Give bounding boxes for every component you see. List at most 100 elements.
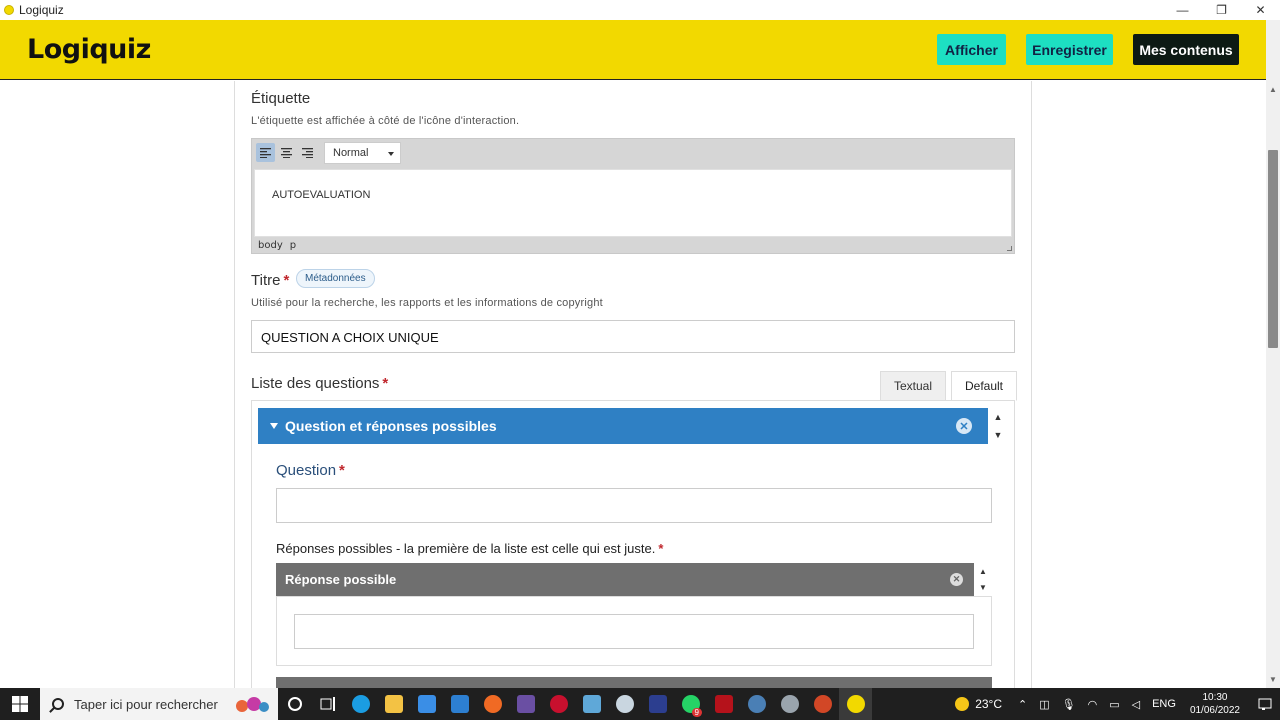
element-path: body p [258, 240, 296, 251]
mes-contenus-button[interactable]: Mes contenus [1133, 34, 1239, 65]
view-tabs: Textual Default [880, 371, 1017, 401]
rich-text-editor: Normal AUTOEVALUATION body p [251, 138, 1015, 254]
etiquette-label: Étiquette [251, 90, 311, 107]
reponses-label-text: Réponses possibles - la première de la l… [276, 541, 656, 556]
resize-grip-icon[interactable] [1007, 246, 1012, 251]
form-panel: Étiquette L'étiquette est affichée à côt… [234, 81, 1032, 688]
move-down-icon[interactable]: ▼ [979, 583, 987, 592]
app-icon-earth[interactable] [740, 688, 773, 720]
scroll-up-arrow-icon[interactable]: ▲ [1266, 82, 1280, 96]
battery-icon[interactable]: ▭ [1109, 698, 1119, 711]
format-select[interactable]: Normal [324, 142, 401, 164]
scroll-down-arrow-icon[interactable]: ▼ [1266, 672, 1280, 686]
required-marker: * [382, 375, 389, 392]
volume-icon[interactable]: ◁ [1132, 698, 1140, 711]
app-icon-blue[interactable] [575, 688, 608, 720]
store-icon[interactable] [410, 688, 443, 720]
chevron-down-icon [388, 152, 394, 156]
move-up-icon[interactable]: ▲ [994, 412, 1003, 422]
app-icon-globe[interactable] [608, 688, 641, 720]
etiquette-editor-body[interactable]: AUTOEVALUATION [254, 169, 1012, 237]
clock[interactable]: 10:30 01/06/2022 [1190, 691, 1240, 717]
align-right-icon [302, 148, 313, 158]
reponse-reorder-controls: ▲ ▼ [974, 563, 992, 596]
language-indicator[interactable]: ENG [1152, 698, 1176, 710]
scrollbar-thumb[interactable] [1268, 150, 1278, 348]
weather-temp: 23°C [975, 697, 1003, 711]
titre-label: Titre * [251, 272, 289, 289]
page-scrollbar[interactable]: ▲ ▼ [1266, 20, 1280, 688]
mail-icon[interactable] [443, 688, 476, 720]
network-icon[interactable]: ◫ [1039, 698, 1049, 711]
questions-list: Question et réponses possibles ✕ ▲ ▼ Que… [251, 400, 1015, 688]
question-label-text: Question [276, 462, 337, 479]
reorder-controls: ▲ ▼ [988, 408, 1008, 444]
question-item-header[interactable]: Question et réponses possibles ✕ ▲ ▼ [258, 408, 1008, 444]
flash-icon[interactable] [707, 688, 740, 720]
minimize-button[interactable]: — [1163, 0, 1202, 20]
metadonnees-button[interactable]: Métadonnées [296, 269, 375, 288]
whatsapp-badge: 9 [691, 708, 702, 717]
video-editor-icon[interactable] [509, 688, 542, 720]
etiquette-description: L'étiquette est affichée à côté de l'icô… [251, 115, 520, 127]
app-icon [4, 5, 14, 15]
reponses-label: Réponses possibles - la première de la l… [276, 541, 663, 556]
align-left-button[interactable] [256, 143, 275, 162]
powerpoint-icon[interactable] [806, 688, 839, 720]
afficher-button[interactable]: Afficher [937, 34, 1006, 65]
question-item-title: Question et réponses possibles [285, 418, 497, 434]
path-body[interactable]: body [258, 240, 283, 251]
task-view-icon[interactable] [311, 688, 344, 720]
window-controls: — ❐ ✕ [1163, 0, 1280, 20]
question-input[interactable] [276, 488, 992, 523]
window-title: Logiquiz [19, 3, 64, 17]
collapse-caret-icon[interactable] [270, 423, 278, 429]
microphone-icon[interactable]: 🎙 [1062, 698, 1076, 711]
align-right-button[interactable] [298, 143, 317, 162]
reponse-item-header-next[interactable] [276, 677, 992, 688]
app-icon-grey[interactable] [773, 688, 806, 720]
reponse-input[interactable] [294, 614, 974, 649]
move-down-icon[interactable]: ▼ [994, 430, 1003, 440]
titre-input[interactable]: QUESTION A CHOIX UNIQUE [251, 320, 1015, 353]
taskbar-search[interactable]: Taper ici pour rechercher [40, 688, 278, 720]
path-p[interactable]: p [290, 240, 296, 251]
search-icon [52, 698, 64, 710]
app-icon-lock[interactable] [641, 688, 674, 720]
titre-label-text: Titre [251, 272, 281, 289]
remove-item-icon[interactable]: ✕ [956, 418, 972, 434]
edge-icon[interactable] [344, 688, 377, 720]
reponse-item-header[interactable]: Réponse possible ✕ ▲ ▼ [276, 563, 992, 596]
format-select-value: Normal [333, 147, 369, 159]
remove-reponse-icon[interactable]: ✕ [950, 573, 963, 586]
firefox-icon[interactable] [476, 688, 509, 720]
windows-logo-icon [12, 696, 28, 712]
weather-widget[interactable]: 23°C [955, 697, 1002, 711]
reponse-item-body [276, 596, 992, 666]
tab-textual[interactable]: Textual [880, 371, 946, 401]
reponse-item-title: Réponse possible [285, 572, 397, 587]
align-center-icon [281, 148, 292, 158]
restore-button[interactable]: ❐ [1202, 0, 1241, 20]
cortana-icon[interactable] [278, 688, 311, 720]
logiquiz-taskbar-icon[interactable] [839, 688, 872, 720]
questions-label-text: Liste des questions [251, 375, 380, 392]
required-marker: * [283, 272, 290, 289]
chevron-up-icon[interactable]: ⌃ [1018, 698, 1027, 711]
whatsapp-icon[interactable]: 9 [674, 688, 707, 720]
close-window-button[interactable]: ✕ [1241, 0, 1280, 20]
editor-toolbar [256, 143, 317, 162]
enregistrer-button[interactable]: Enregistrer [1026, 34, 1113, 65]
move-up-icon[interactable]: ▲ [979, 567, 987, 576]
file-explorer-icon[interactable] [377, 688, 410, 720]
tab-default[interactable]: Default [951, 371, 1017, 401]
search-highlight-icon [236, 697, 269, 712]
editor-content: Étiquette L'étiquette est affichée à côt… [0, 81, 1266, 688]
sun-icon [955, 697, 970, 711]
mcafee-icon[interactable] [542, 688, 575, 720]
notification-icon[interactable] [1250, 698, 1280, 711]
wifi-icon[interactable]: ◠ [1088, 698, 1098, 711]
start-button[interactable] [0, 688, 40, 720]
search-placeholder: Taper ici pour rechercher [74, 696, 218, 712]
align-center-button[interactable] [277, 143, 296, 162]
